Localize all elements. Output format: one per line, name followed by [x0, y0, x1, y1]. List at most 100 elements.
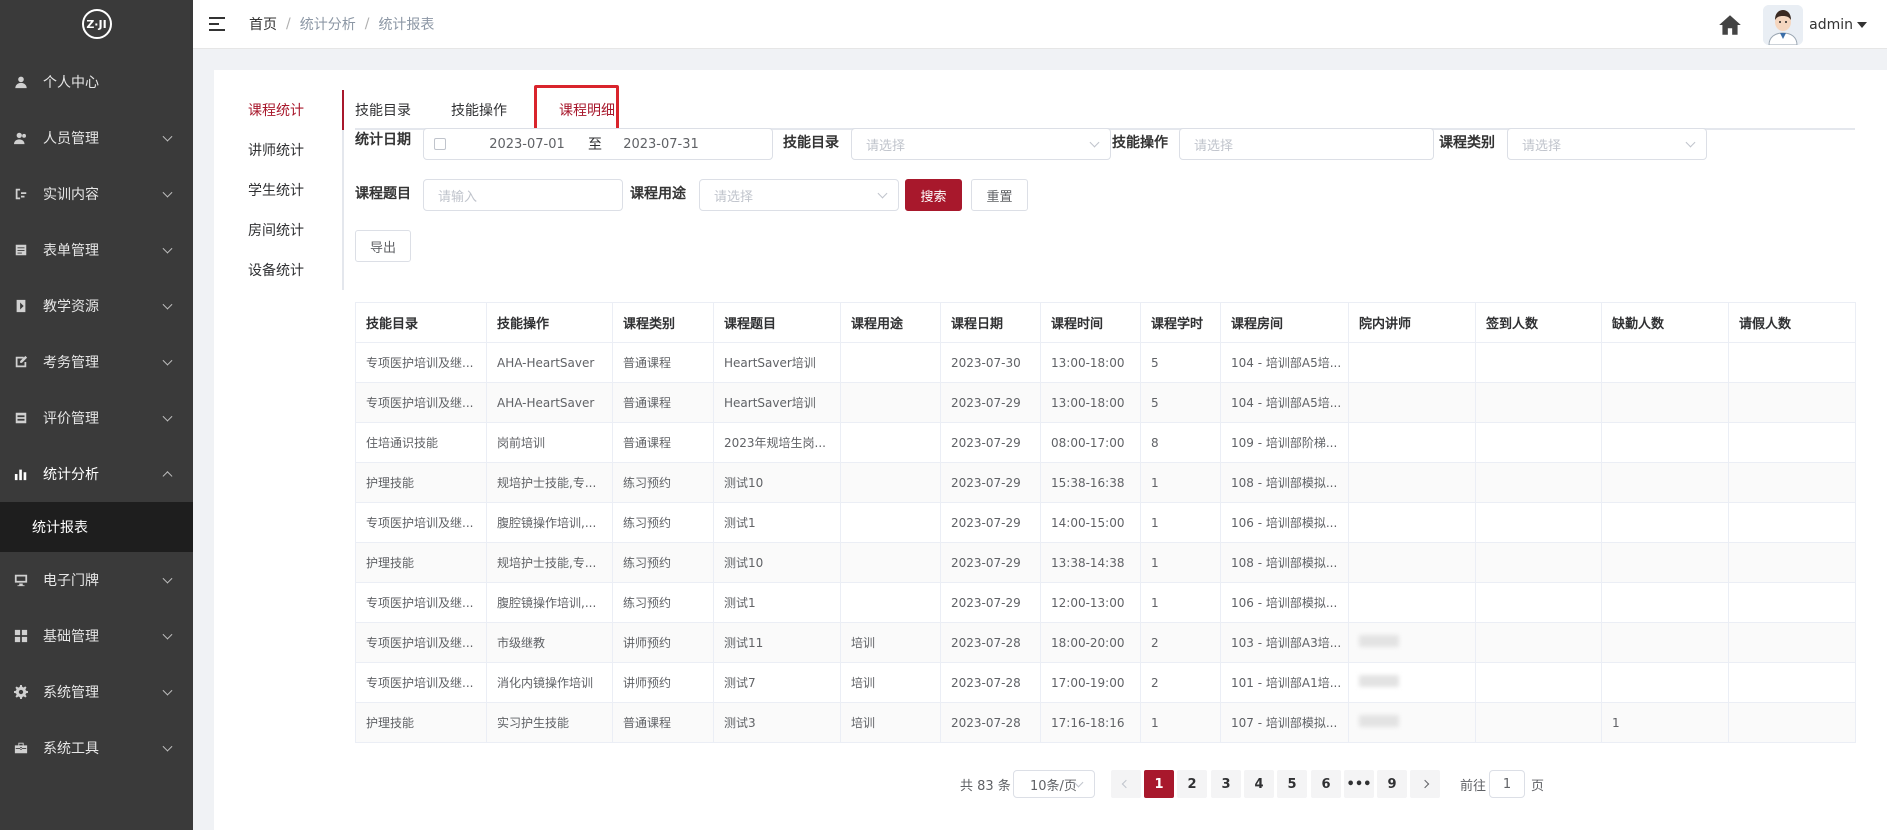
skill-dir-select[interactable]: 请选择 [851, 128, 1111, 160]
tab-course-detail[interactable]: 课程明细 [547, 90, 627, 132]
table-row[interactable]: 护理技能 规培护士技能,专... 练习预约 测试10 2023-07-29 15:38-1… [355, 462, 1856, 503]
table-cell: 规培护士技能,专... [486, 462, 613, 503]
more-pages-button[interactable]: ••• [1344, 770, 1374, 798]
date-range-picker[interactable]: 2023-07-01 至 2023-07-31 [423, 128, 773, 160]
reset-button[interactable]: 重置 [971, 179, 1028, 211]
table-cell: 普通课程 [612, 342, 714, 383]
sidebar-item-evaluation[interactable]: 评价管理 [0, 390, 193, 446]
table-cell: 13:00-18:00 [1040, 382, 1141, 423]
table-row[interactable]: 专项医护培训及继... 消化内镜操作培训 讲师预约 测试7 培训 2023-07-28 17… [355, 662, 1856, 703]
toolbox-icon [13, 740, 29, 756]
table-cell: 测试10 [713, 542, 841, 583]
table-cell [1348, 542, 1476, 583]
sidebar-item-training-content[interactable]: 实训内容 [0, 166, 193, 222]
breadcrumb-statistics: 统计分析 [299, 17, 356, 33]
table-cell: 2 [1140, 662, 1221, 703]
table-cell [1728, 702, 1856, 743]
table-cell [1348, 382, 1476, 423]
side-tab-lecturer[interactable]: 讲师统计 [231, 130, 342, 170]
table-cell: 17:16-18:16 [1040, 702, 1141, 743]
page-number-button[interactable]: 4 [1244, 770, 1274, 798]
sidebar-item-exam-affairs[interactable]: 考务管理 [0, 334, 193, 390]
sidebar-item-e-doorplate[interactable]: 电子门牌 [0, 552, 193, 608]
sidebar-item-forms[interactable]: 表单管理 [0, 222, 193, 278]
table-cell [840, 382, 941, 423]
course-use-select[interactable]: 请选择 [699, 179, 899, 211]
table-cell: 专项医护培训及继... [355, 382, 487, 423]
prev-page-button[interactable] [1111, 770, 1141, 798]
course-topic-label: 课程题目 [355, 186, 411, 202]
logo[interactable]: Z·JI [0, 0, 193, 48]
table-cell [1348, 342, 1476, 383]
side-tab-course[interactable]: 课程统计 [231, 90, 342, 130]
table-cell [1601, 342, 1729, 383]
table-cell [1601, 382, 1729, 423]
table-cell: 107 - 培训部模拟... [1220, 702, 1349, 743]
page-number-button[interactable]: 6 [1311, 770, 1341, 798]
sidebar-item-label: 个人中心 [43, 75, 99, 91]
sidebar-item-personal[interactable]: 个人中心 [0, 54, 193, 110]
table-cell [840, 422, 941, 463]
table-row[interactable]: 专项医护培训及继... 腹腔镜操作培训,... 练习预约 测试1 2023-07-29 1… [355, 582, 1856, 623]
home-icon[interactable] [1717, 12, 1743, 38]
table-cell: 14:00-15:00 [1040, 502, 1141, 543]
side-tab-room[interactable]: 房间统计 [231, 210, 342, 250]
table-row[interactable]: 住培通识技能 岗前培训 普通课程 2023年规培生岗... 2023-07-29 08:0… [355, 422, 1856, 463]
user-menu[interactable]: admin [1809, 17, 1867, 33]
export-button[interactable]: 导出 [355, 230, 411, 262]
next-page-button[interactable] [1410, 770, 1440, 798]
sidebar-item-staff[interactable]: 人员管理 [0, 110, 193, 166]
table-row[interactable]: 专项医护培训及继... 腹腔镜操作培训,... 练习预约 测试1 2023-07-29 1… [355, 502, 1856, 543]
table-row[interactable]: 护理技能 实习护生技能 普通课程 测试3 培训 2023-07-28 17:16-18:16… [355, 702, 1856, 743]
goto-label: 前往 [1460, 779, 1487, 794]
table-cell: 腹腔镜操作培训,... [486, 502, 613, 543]
breadcrumb-home[interactable]: 首页 [249, 14, 277, 34]
table-cell [1601, 542, 1729, 583]
table-cell [840, 542, 941, 583]
table-cell [1475, 542, 1602, 583]
table-cell [1348, 422, 1476, 463]
date-range-separator: 至 [588, 137, 602, 153]
side-tab-equipment[interactable]: 设备统计 [231, 250, 342, 290]
course-type-select[interactable]: 请选择 [1507, 128, 1707, 160]
sidebar-item-system-tools[interactable]: 系统工具 [0, 720, 193, 776]
page-number-button[interactable]: 1 [1144, 770, 1174, 798]
skill-op-select[interactable]: 请选择 [1179, 128, 1434, 160]
search-button[interactable]: 搜索 [905, 179, 962, 211]
table-cell: 练习预约 [612, 462, 714, 503]
goto-page-input[interactable]: 1 [1489, 770, 1525, 798]
logo-mark: Z·JI [81, 9, 112, 39]
table-cell: 12:00-13:00 [1040, 582, 1141, 623]
table-cell [1728, 382, 1856, 423]
page-number-button[interactable]: 5 [1277, 770, 1307, 798]
sidebar-item-statistics[interactable]: 统计分析 [0, 446, 193, 502]
menu-toggle-icon[interactable] [209, 17, 227, 31]
sidebar-subitem-statistics-report[interactable]: 统计报表 [0, 502, 193, 552]
course-topic-input[interactable]: 请输入 [423, 179, 623, 211]
table-cell [1475, 462, 1602, 503]
chevron-down-icon [162, 411, 173, 422]
table-row[interactable]: 护理技能 规培护士技能,专... 练习预约 测试10 2023-07-29 13:38-1… [355, 542, 1856, 583]
table-cell: 练习预约 [612, 542, 714, 583]
table-row[interactable]: 专项医护培训及继... AHA-HeartSaver 普通课程 HeartSaver培… [355, 342, 1856, 383]
side-tab-student[interactable]: 学生统计 [231, 170, 342, 210]
sidebar-item-system-management[interactable]: 系统管理 [0, 664, 193, 720]
table-cell: 消化内镜操作培训 [486, 662, 613, 703]
page-number-button[interactable]: 2 [1177, 770, 1207, 798]
page-number-button[interactable]: 3 [1211, 770, 1241, 798]
table-row[interactable]: 专项医护培训及继... 市级继教 讲师预约 测试11 培训 2023-07-28 18:00… [355, 622, 1856, 663]
table-row[interactable]: 专项医护培训及继... AHA-HeartSaver 普通课程 HeartSaver培… [355, 382, 1856, 423]
avatar[interactable] [1763, 4, 1804, 45]
chevron-down-icon [1089, 137, 1100, 148]
tab-skill-operation[interactable]: 技能操作 [451, 90, 507, 130]
table-cell: 专项医护培训及继... [355, 662, 487, 703]
table-cell: 2023-07-28 [940, 702, 1041, 743]
header-right: admin [1717, 0, 1867, 49]
sidebar-item-teaching-resources[interactable]: 教学资源 [0, 278, 193, 334]
date-label: 统计日期 [355, 132, 411, 148]
page-size-select[interactable]: 10条/页 [1013, 770, 1095, 798]
table-cell: 106 - 培训部模拟... [1220, 502, 1349, 543]
tab-skill-directory[interactable]: 技能目录 [355, 90, 411, 130]
page-number-button[interactable]: 9 [1377, 770, 1407, 798]
sidebar-item-basic-management[interactable]: 基础管理 [0, 608, 193, 664]
